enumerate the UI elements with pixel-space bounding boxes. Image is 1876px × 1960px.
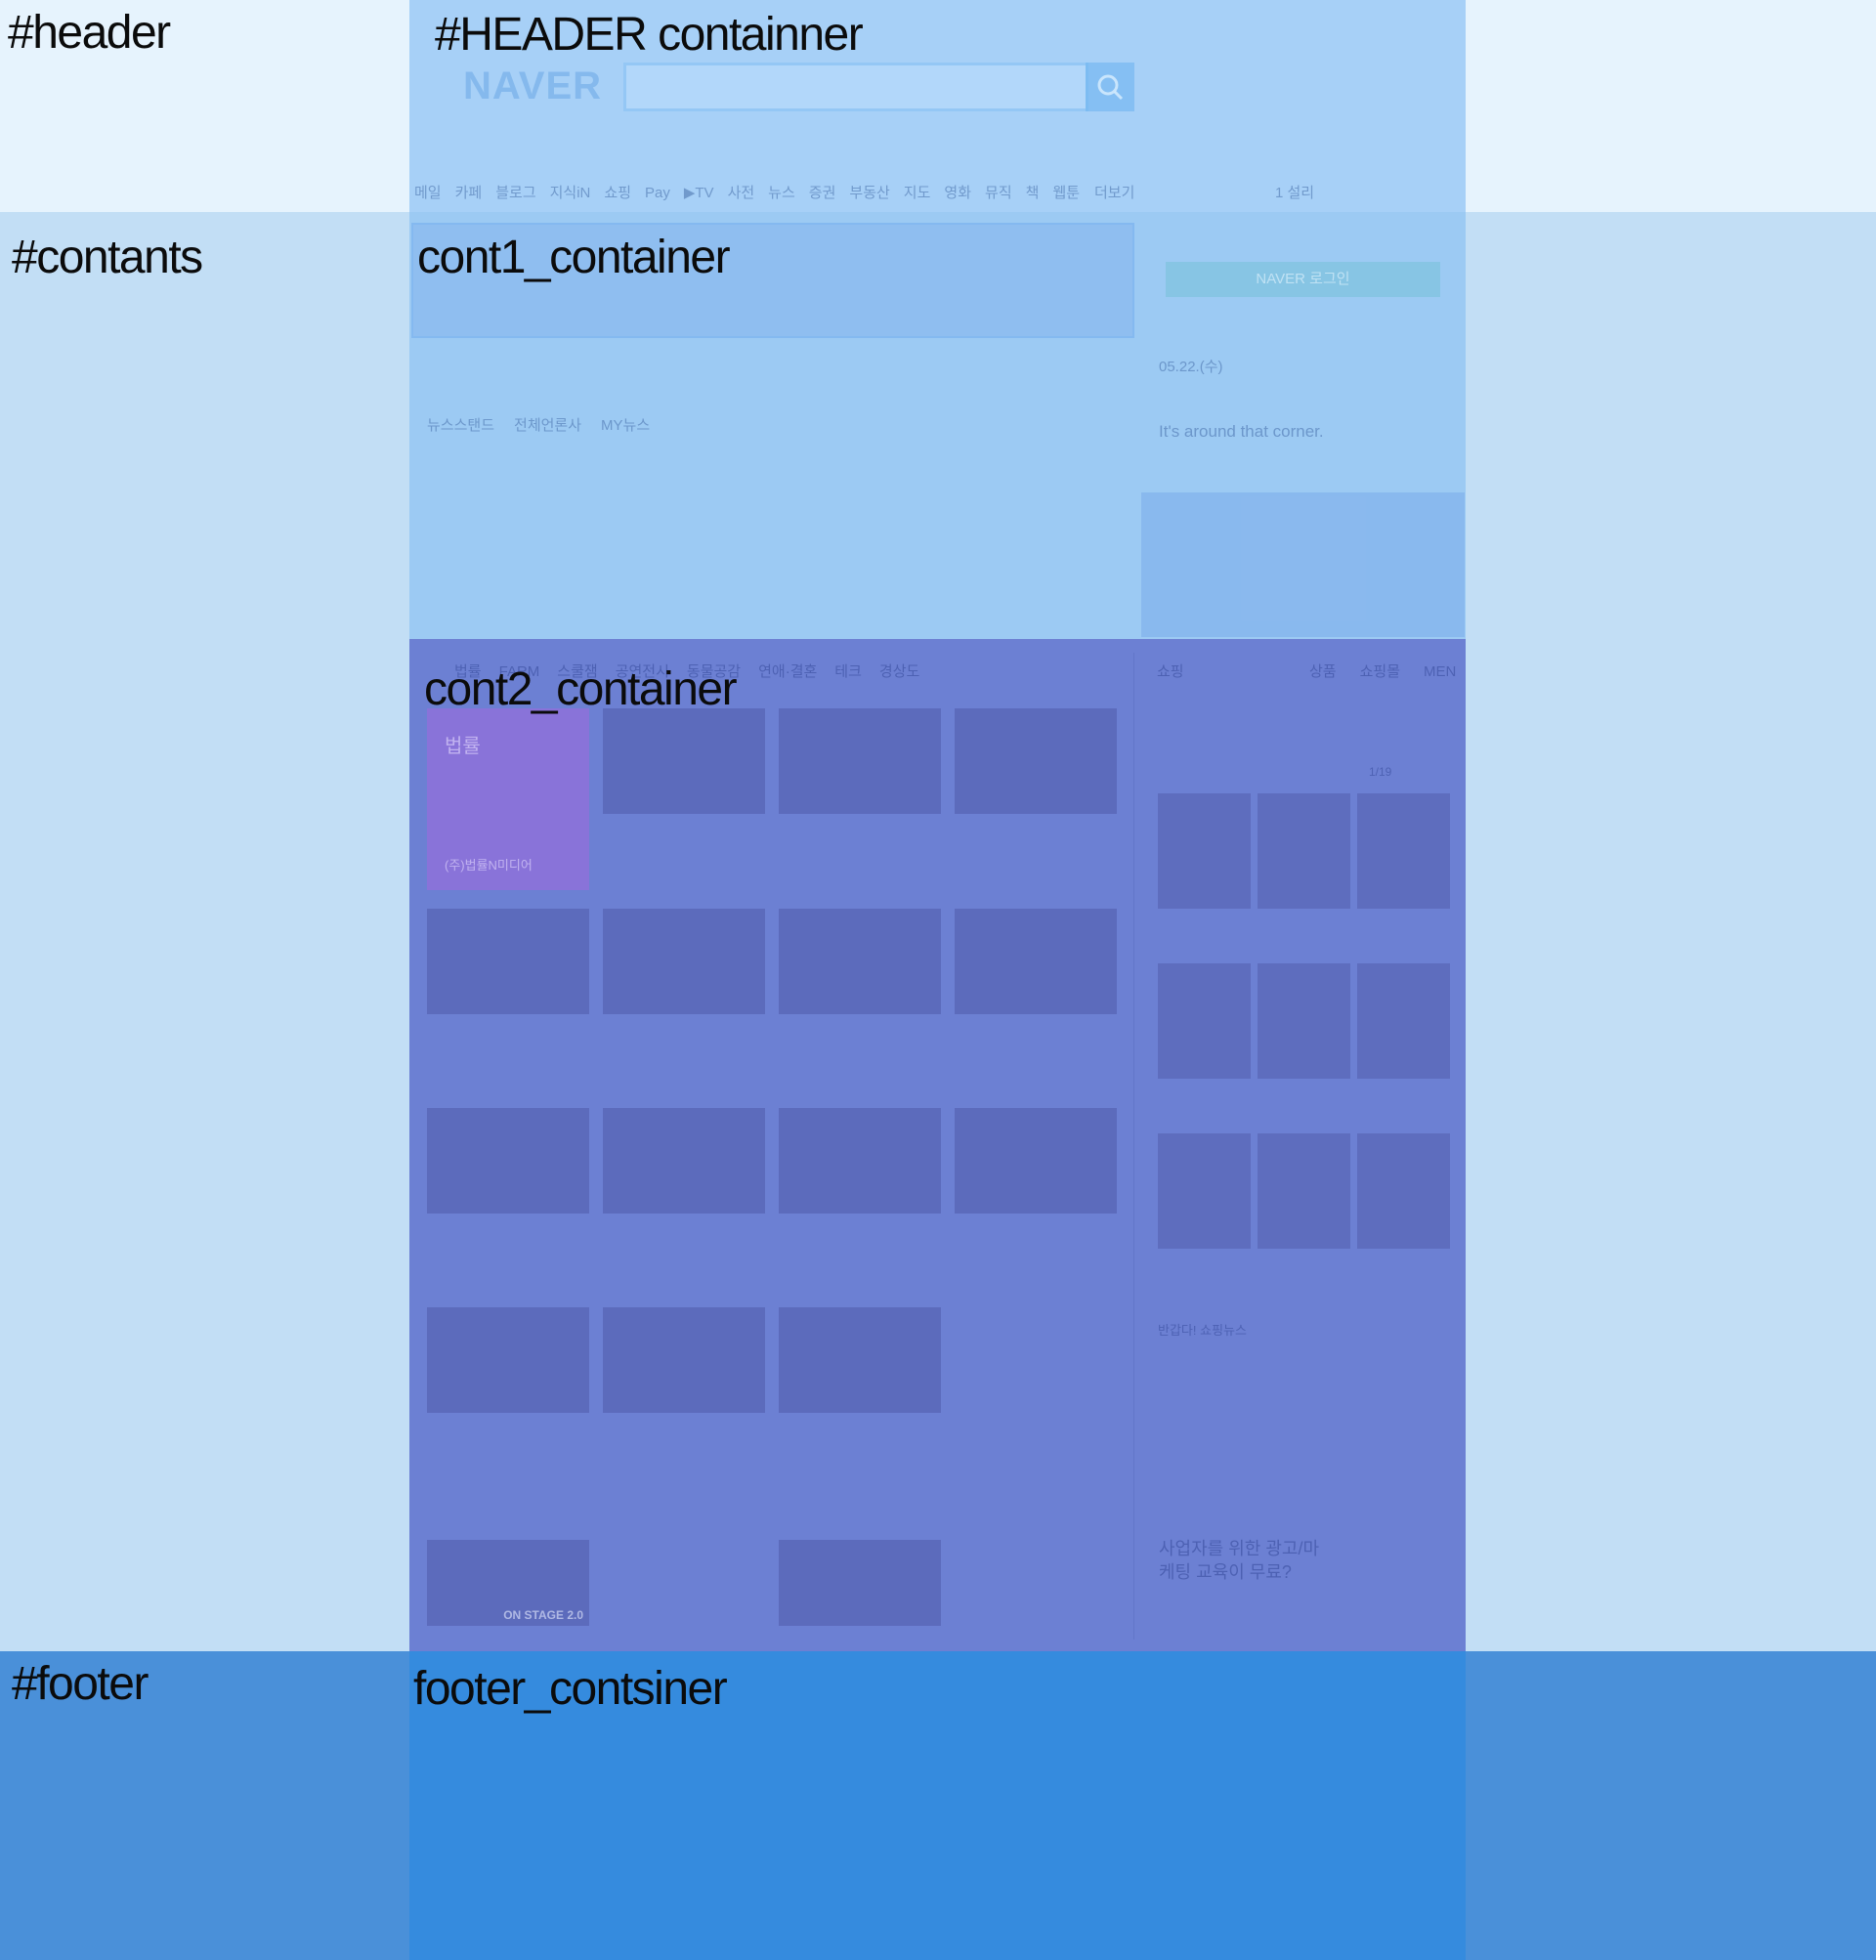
contents-label: #contants: [12, 232, 203, 283]
footer-container-label: footer_contsiner: [413, 1663, 728, 1715]
nav-item[interactable]: 지도: [904, 182, 931, 202]
news-thumb[interactable]: [603, 1108, 765, 1214]
news-thumb[interactable]: [427, 909, 589, 1014]
nav-item[interactable]: ▶TV: [684, 184, 714, 201]
news-thumb[interactable]: [603, 1307, 765, 1413]
news-thumb[interactable]: [955, 708, 1117, 814]
header-container-label: #HEADER containner: [435, 9, 864, 61]
product-thumb[interactable]: [1158, 963, 1251, 1079]
product-thumb[interactable]: [1158, 793, 1251, 909]
news-tab[interactable]: 뉴스스탠드: [427, 414, 494, 435]
news-thumb[interactable]: [955, 909, 1117, 1014]
product-thumb[interactable]: [1357, 963, 1450, 1079]
feature-card[interactable]: 법률 (주)법률N미디어: [427, 708, 589, 890]
volunteer-thumb[interactable]: [779, 1540, 941, 1626]
product-thumb[interactable]: [1357, 793, 1450, 909]
nav-item[interactable]: Pay: [645, 185, 670, 201]
weather-widget: 1 설리: [1275, 185, 1315, 201]
news-tab[interactable]: 전체언론사: [514, 414, 581, 435]
cont1-container-label: cont1_container: [417, 232, 731, 283]
feature-sub: (주)법률N미디어: [445, 858, 533, 873]
nav-item[interactable]: 증권: [809, 182, 836, 202]
search-button[interactable]: [1086, 63, 1134, 111]
news-thumb[interactable]: [779, 1307, 941, 1413]
login-button-label: NAVER 로그인: [1256, 271, 1350, 287]
cont2-container-label: cont2_container: [424, 663, 738, 715]
nav-item[interactable]: 책: [1026, 182, 1040, 202]
topic-tab[interactable]: 테크: [834, 660, 862, 681]
nav-item[interactable]: 쇼핑: [604, 182, 631, 202]
footer-label: #footer: [12, 1658, 149, 1710]
nav-item[interactable]: 뮤직: [985, 182, 1012, 202]
product-thumb[interactable]: [1258, 1133, 1350, 1249]
nav-item[interactable]: 지식iN: [550, 182, 591, 202]
news-thumb[interactable]: [779, 909, 941, 1014]
header-label: #header: [8, 7, 171, 59]
news-thumb[interactable]: [427, 1108, 589, 1214]
more-menu[interactable]: 더보기: [1094, 182, 1134, 202]
nav-item[interactable]: 블로그: [495, 182, 535, 202]
shopping-tab[interactable]: MEN: [1424, 663, 1456, 680]
news-thumb[interactable]: [603, 909, 765, 1014]
news-thumb[interactable]: [427, 1307, 589, 1413]
product-thumb[interactable]: [1357, 1133, 1450, 1249]
nav-item[interactable]: 사전: [728, 182, 755, 202]
product-thumb[interactable]: [1258, 793, 1350, 909]
login-button[interactable]: NAVER 로그인: [1166, 262, 1440, 297]
shopping-tabs: 상품 쇼핑몰 MEN: [1309, 660, 1479, 681]
page-indicator: 1/19: [1369, 765, 1392, 779]
side-ad-banner[interactable]: [1141, 492, 1465, 637]
product-thumb[interactable]: [1158, 1133, 1251, 1249]
search-icon: [1097, 74, 1124, 101]
news-tab[interactable]: MY뉴스: [601, 414, 650, 435]
column-divider: [1133, 653, 1134, 1640]
news-thumb[interactable]: [779, 1108, 941, 1214]
shopping-title: 쇼핑: [1157, 663, 1184, 680]
news-thumb[interactable]: [955, 1108, 1117, 1214]
nav-item[interactable]: 부동산: [849, 182, 889, 202]
shopping-tab[interactable]: 상품: [1309, 660, 1337, 681]
shopping-news-title: 반갑다! 쇼핑뉴스: [1158, 1323, 1247, 1338]
shopping-tab[interactable]: 쇼핑몰: [1360, 660, 1400, 681]
topic-tab[interactable]: 경상도: [879, 660, 919, 681]
topic-tab[interactable]: 연애·결혼: [758, 660, 817, 681]
naver-logo[interactable]: NAVER: [463, 64, 602, 108]
onstage-thumb[interactable]: ON STAGE 2.0: [427, 1540, 589, 1626]
nav-item[interactable]: 뉴스: [768, 182, 795, 202]
nav-item[interactable]: 카페: [455, 182, 483, 202]
daily-phrase: It's around that corner.: [1159, 422, 1324, 441]
feature-title: 법률: [445, 736, 481, 757]
news-tabs: 뉴스스탠드 전체언론사 MY뉴스: [427, 414, 669, 435]
date-label: 05.22.(수): [1159, 359, 1223, 375]
search-input[interactable]: [623, 63, 1088, 111]
news-thumb[interactable]: [779, 708, 941, 814]
product-thumb[interactable]: [1258, 963, 1350, 1079]
nav-item[interactable]: 메일: [414, 182, 442, 202]
onstage-label: ON STAGE 2.0: [503, 1608, 583, 1622]
news-thumb[interactable]: [603, 708, 765, 814]
nav-item[interactable]: 웹툰: [1052, 182, 1080, 202]
nav-item[interactable]: 영화: [944, 182, 971, 202]
main-nav: 메일 카페 블로그 지식iN 쇼핑 Pay ▶TV 사전 뉴스 증권 부동산 지도 영화 뮤직 책 웹툰: [414, 182, 1093, 202]
promo-text[interactable]: 사업자를 위한 광고/마케팅 교육이 무료?: [1159, 1537, 1325, 1584]
